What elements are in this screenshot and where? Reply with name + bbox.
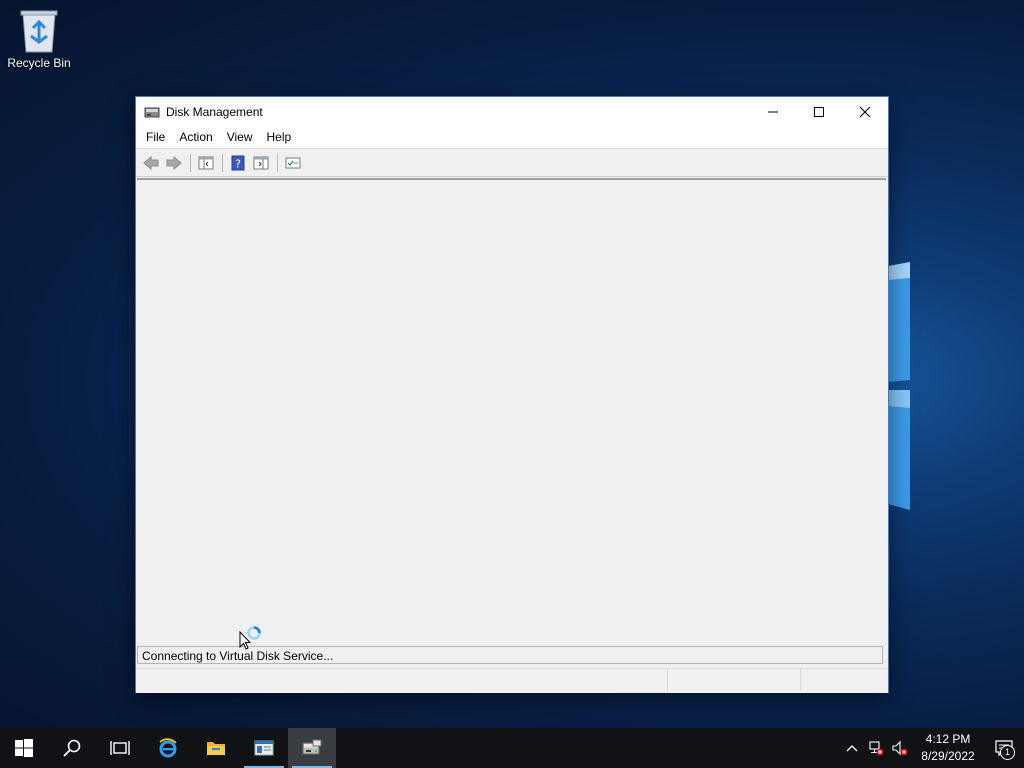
chevron-up-icon <box>846 745 858 752</box>
search-icon <box>63 739 81 757</box>
start-button[interactable] <box>0 728 48 768</box>
file-explorer-icon <box>207 742 225 755</box>
disk-management-icon <box>302 739 322 755</box>
windows-logo-wallpaper-icon <box>888 262 910 510</box>
show-hide-action-pane-button[interactable] <box>250 152 272 174</box>
internet-explorer-button[interactable] <box>144 728 192 768</box>
start-icon <box>15 739 33 757</box>
properties-icon <box>285 157 301 168</box>
title-bar[interactable]: Disk Management <box>136 97 888 126</box>
close-button[interactable] <box>842 97 888 126</box>
back-button[interactable] <box>140 152 162 174</box>
status-bar-pane <box>668 669 801 691</box>
clock-date: 8/29/2022 <box>921 749 975 763</box>
notification-count-badge: 1 <box>1000 745 1015 760</box>
show-hidden-icons-button[interactable] <box>840 728 864 768</box>
main-content-pane <box>137 178 886 646</box>
search-button[interactable] <box>48 728 96 768</box>
disk-management-window[interactable]: Disk Management File Action View Help ? … <box>136 97 888 693</box>
menu-help[interactable]: Help <box>260 126 299 148</box>
action-center-button[interactable]: 1 <box>984 728 1024 768</box>
internet-explorer-icon <box>159 738 177 758</box>
volume-button[interactable] <box>888 728 912 768</box>
file-explorer-button[interactable] <box>192 728 240 768</box>
status-bar-pane <box>801 669 887 691</box>
network-disconnected-icon <box>869 741 884 756</box>
help-button[interactable]: ? <box>227 152 249 174</box>
toolbar-separator <box>222 153 223 172</box>
back-arrow-icon <box>143 155 159 170</box>
task-view-icon <box>110 741 130 755</box>
busy-cursor-icon <box>239 626 261 650</box>
task-view-button[interactable] <box>96 728 144 768</box>
menu-file[interactable]: File <box>139 126 172 148</box>
window-title: Disk Management <box>166 104 263 119</box>
maximize-button[interactable] <box>796 97 842 126</box>
menu-bar: File Action View Help <box>136 126 888 148</box>
show-hide-console-tree-button[interactable] <box>195 152 217 174</box>
disk-management-taskbar-button[interactable] <box>288 728 336 768</box>
help-icon: ? <box>231 155 245 170</box>
clock-time: 4:12 PM <box>925 732 971 746</box>
menu-view[interactable]: View <box>220 126 260 148</box>
properties-button[interactable] <box>282 152 304 174</box>
minimize-icon <box>768 111 778 112</box>
show-hide-console-tree-icon <box>198 156 214 169</box>
recycle-bin-desktop-icon[interactable]: Recycle Bin <box>4 6 74 76</box>
speaker-muted-icon <box>892 740 908 756</box>
network-status-button[interactable] <box>864 728 888 768</box>
server-manager-icon <box>254 740 274 756</box>
status-bar-pane <box>136 669 668 691</box>
system-tray: 4:12 PM 8/29/2022 1 <box>840 728 1024 768</box>
status-bar <box>136 668 888 693</box>
disk-management-icon <box>144 107 160 117</box>
toolbar: ? <box>136 148 888 177</box>
forward-button[interactable] <box>163 152 185 174</box>
recycle-bin-icon <box>20 10 58 53</box>
recycle-bin-label: Recycle Bin <box>7 56 71 70</box>
minimize-button[interactable] <box>750 97 796 126</box>
toolbar-separator <box>190 153 191 172</box>
taskbar: 4:12 PM 8/29/2022 1 <box>0 728 1024 768</box>
toolbar-separator <box>277 153 278 172</box>
maximize-icon <box>814 106 824 117</box>
server-manager-button[interactable] <box>240 728 288 768</box>
clock[interactable]: 4:12 PM 8/29/2022 <box>912 731 984 765</box>
menu-action[interactable]: Action <box>172 126 219 148</box>
close-icon <box>859 106 871 117</box>
forward-arrow-icon <box>166 155 182 170</box>
show-hide-action-pane-icon <box>253 156 269 169</box>
svg-text:?: ? <box>235 157 241 170</box>
